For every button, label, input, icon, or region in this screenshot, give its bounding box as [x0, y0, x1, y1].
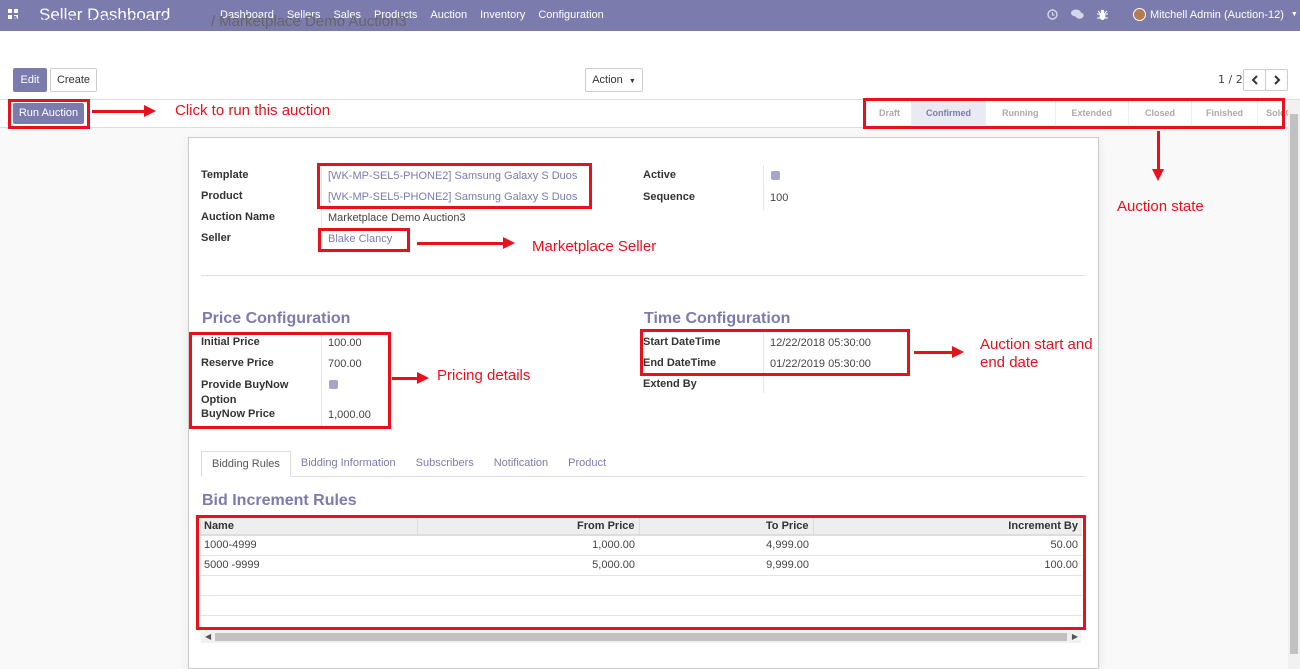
- horizontal-scrollbar[interactable]: ◀ ▶: [201, 631, 1081, 643]
- tab-bidding-information[interactable]: Bidding Information: [291, 451, 406, 477]
- annotation-arrow-run: [92, 105, 156, 117]
- annotation-box-pricing: [189, 332, 391, 429]
- annotation-box-run: [8, 99, 90, 129]
- annotation-box-dates: [640, 329, 910, 376]
- annotation-pricing: Pricing details: [437, 367, 531, 384]
- chevron-right-icon: [1273, 75, 1280, 85]
- annotation-box-template-product: [317, 163, 592, 209]
- annotation-run: Click to run this auction: [175, 102, 331, 119]
- template-label: Template: [201, 169, 249, 181]
- seller-label: Seller: [201, 232, 231, 244]
- annotation-dates: Auction start and end date: [980, 336, 1093, 372]
- chevron-left-icon: [1251, 75, 1258, 85]
- edit-button[interactable]: Edit: [13, 68, 47, 92]
- create-button[interactable]: Create: [50, 68, 97, 92]
- active-label: Active: [643, 169, 677, 181]
- annotation-state: Auction state: [1117, 198, 1204, 215]
- pager-value: 1 / 2: [1218, 73, 1243, 86]
- breadcrumb-separator: /: [210, 13, 216, 30]
- scroll-right-icon[interactable]: ▶: [1072, 631, 1078, 643]
- breadcrumb-current: Marketplace Demo Auction3: [219, 13, 407, 30]
- avatar: [1133, 8, 1146, 21]
- pager-previous-button[interactable]: [1243, 69, 1266, 91]
- auction-name-field[interactable]: Marketplace Demo Auction3: [328, 212, 466, 224]
- annotation-arrow-dates: [914, 346, 964, 358]
- pager-next-button[interactable]: [1265, 69, 1288, 91]
- annotation-dates-line1: Auction start and: [980, 336, 1093, 353]
- bid-increment-rules-title: Bid Increment Rules: [202, 492, 357, 509]
- caret-down-icon: ▼: [1290, 11, 1298, 18]
- user-name: Mitchell Admin (Auction-12): [1150, 8, 1284, 21]
- tab-subscribers[interactable]: Subscribers: [406, 451, 484, 477]
- annotation-box-seller: [318, 228, 410, 252]
- caret-down-icon: ▼: [628, 78, 636, 85]
- scroll-left-icon[interactable]: ◀: [205, 631, 211, 643]
- auction-name-label: Auction Name: [201, 211, 275, 223]
- systray: [1046, 9, 1109, 22]
- menu-inventory[interactable]: Inventory: [480, 9, 525, 21]
- time-configuration-title: Time Configuration: [644, 310, 791, 327]
- notebook-tabs: Bidding Rules Bidding Information Subscr…: [201, 451, 1085, 477]
- annotation-box-state: [863, 98, 1285, 129]
- user-menu[interactable]: Mitchell Admin (Auction-12) ▼: [1133, 8, 1298, 21]
- breadcrumb: Marketplace Working Auction / Marketplace …: [13, 13, 407, 30]
- bug-icon[interactable]: [1096, 9, 1109, 22]
- separator: [201, 275, 1085, 276]
- tab-product[interactable]: Product: [558, 451, 616, 477]
- action-dropdown[interactable]: Action ▼: [585, 68, 643, 92]
- price-configuration-title: Price Configuration: [202, 310, 351, 327]
- breadcrumb-parent[interactable]: Marketplace Working Auction: [13, 13, 207, 30]
- sequence-label: Sequence: [643, 191, 695, 203]
- annotation-arrow-seller: [417, 237, 515, 249]
- annotation-arrow-pricing: [392, 372, 429, 384]
- annotation-arrow-state: [1152, 131, 1164, 181]
- vertical-scrollbar[interactable]: [1288, 100, 1300, 669]
- column-divider: [763, 165, 764, 210]
- menu-configuration[interactable]: Configuration: [538, 9, 603, 21]
- extend-by-label: Extend By: [643, 378, 697, 390]
- clock-icon[interactable]: [1046, 9, 1059, 22]
- annotation-box-rules-table: [196, 515, 1086, 630]
- tab-notification[interactable]: Notification: [484, 451, 558, 477]
- action-label: Action: [592, 74, 623, 86]
- chat-icon[interactable]: [1071, 9, 1084, 22]
- annotation-dates-line2: end date: [980, 354, 1039, 371]
- tab-bidding-rules[interactable]: Bidding Rules: [201, 451, 291, 477]
- menu-auction[interactable]: Auction: [430, 9, 467, 21]
- active-checkbox[interactable]: [771, 171, 780, 180]
- sequence-field[interactable]: 100: [770, 192, 788, 204]
- control-panel: [0, 31, 1300, 100]
- annotation-seller: Marketplace Seller: [532, 238, 657, 255]
- product-label: Product: [201, 190, 243, 202]
